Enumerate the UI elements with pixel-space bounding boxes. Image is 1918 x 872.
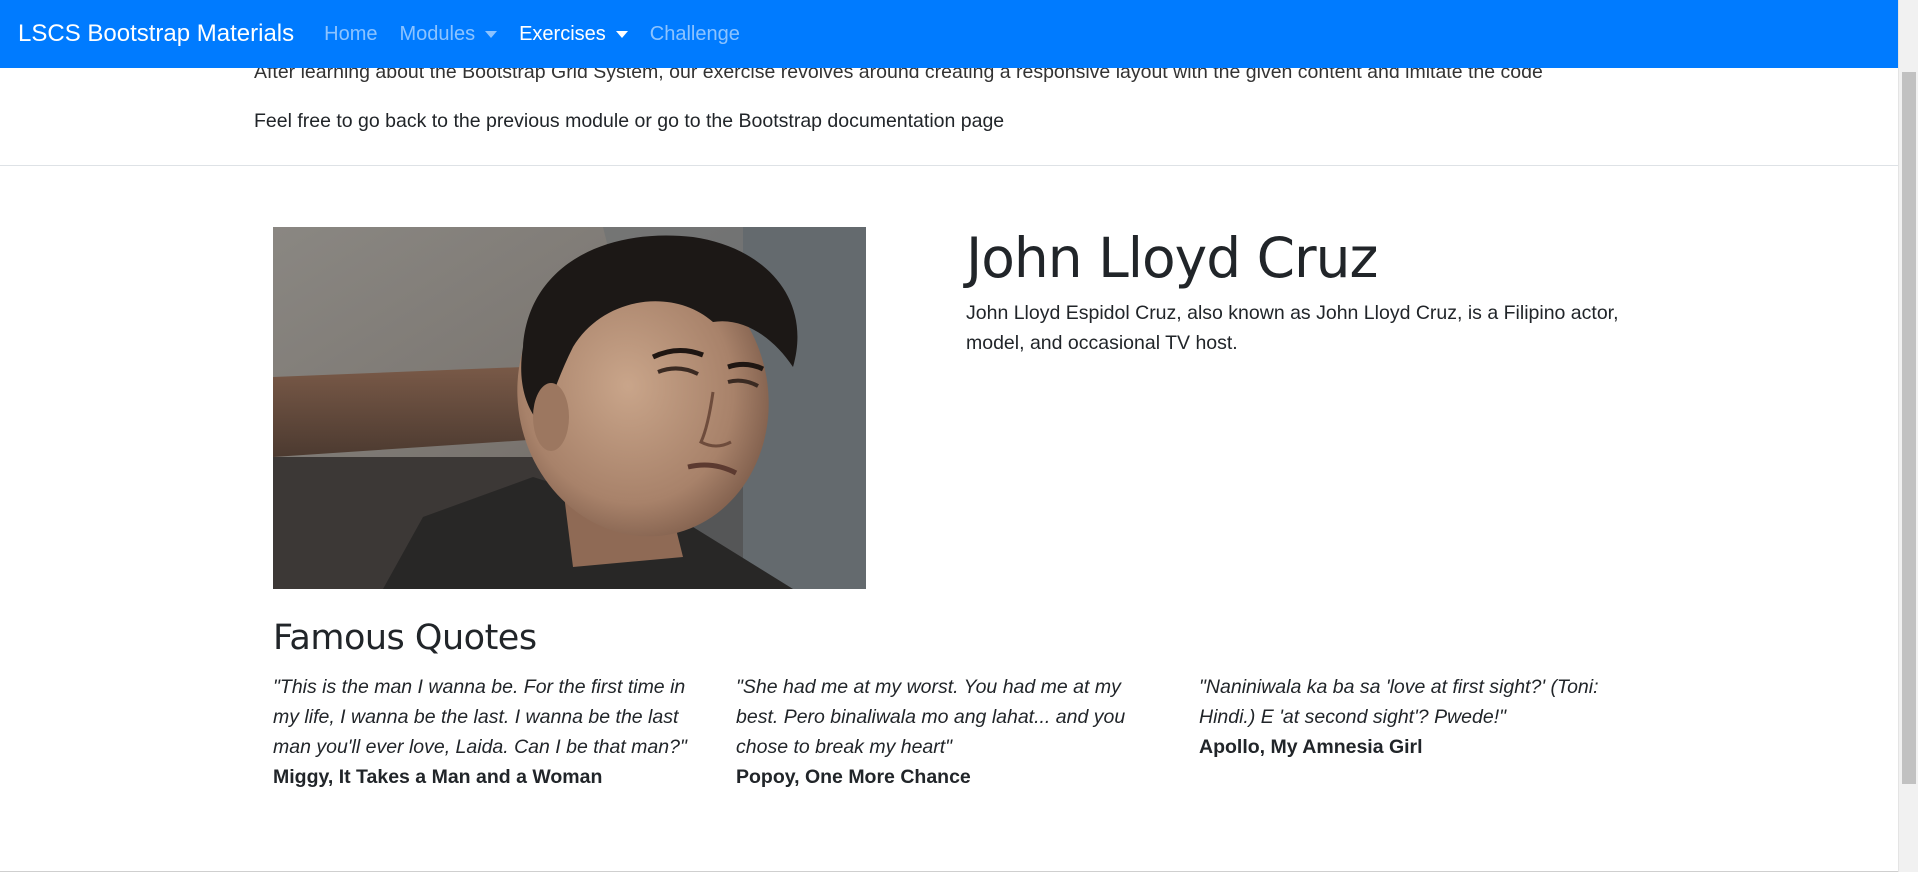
nav-modules-label: Modules <box>399 22 476 45</box>
quotes-heading: Famous Quotes <box>273 618 537 658</box>
quote-card: "Naniniwala ka ba sa 'love at first sigh… <box>1199 672 1629 762</box>
nav-home-label: Home <box>324 22 378 45</box>
scrollbar-thumb[interactable] <box>1902 72 1916 784</box>
nav-exercises-label: Exercises <box>519 22 606 45</box>
quote-source: Apollo, My Amnesia Girl <box>1199 736 1423 758</box>
nav-home[interactable]: Home <box>324 23 377 46</box>
nav-modules-dropdown[interactable]: Modules <box>399 22 498 46</box>
quote-text: "Naniniwala ka ba sa 'love at first sigh… <box>1199 676 1599 728</box>
intro-section: After learning about the Bootstrap Grid … <box>254 58 1854 156</box>
quote-card: "She had me at my worst. You had me at m… <box>736 672 1166 792</box>
section-divider <box>0 165 1898 166</box>
nav-exercises-dropdown[interactable]: Exercises <box>519 23 628 46</box>
quote-card: "This is the man I wanna be. For the fir… <box>273 672 703 792</box>
profile-name: John Lloyd Cruz <box>966 226 1378 290</box>
quote-source: Miggy, It Takes a Man and a Woman <box>273 766 603 788</box>
profile-photo <box>273 227 866 589</box>
profile-description: John Lloyd Espidol Cruz, also known as J… <box>966 302 1619 354</box>
caret-down-icon <box>615 30 628 38</box>
navbar: LSCS Bootstrap Materials Home Modules Ex… <box>0 0 1898 68</box>
intro-line-2: Feel free to go back to the previous mod… <box>254 110 1005 132</box>
quote-text: "This is the man I wanna be. For the fir… <box>273 676 687 758</box>
quote-text: "She had me at my worst. You had me at m… <box>736 676 1126 758</box>
nav-challenge[interactable]: Challenge <box>650 23 740 46</box>
caret-down-icon <box>485 30 498 38</box>
navbar-brand[interactable]: LSCS Bootstrap Materials <box>18 20 294 48</box>
nav-challenge-label: Challenge <box>649 22 740 45</box>
vertical-scrollbar[interactable] <box>1898 0 1918 872</box>
quote-source: Popoy, One More Chance <box>736 766 971 788</box>
